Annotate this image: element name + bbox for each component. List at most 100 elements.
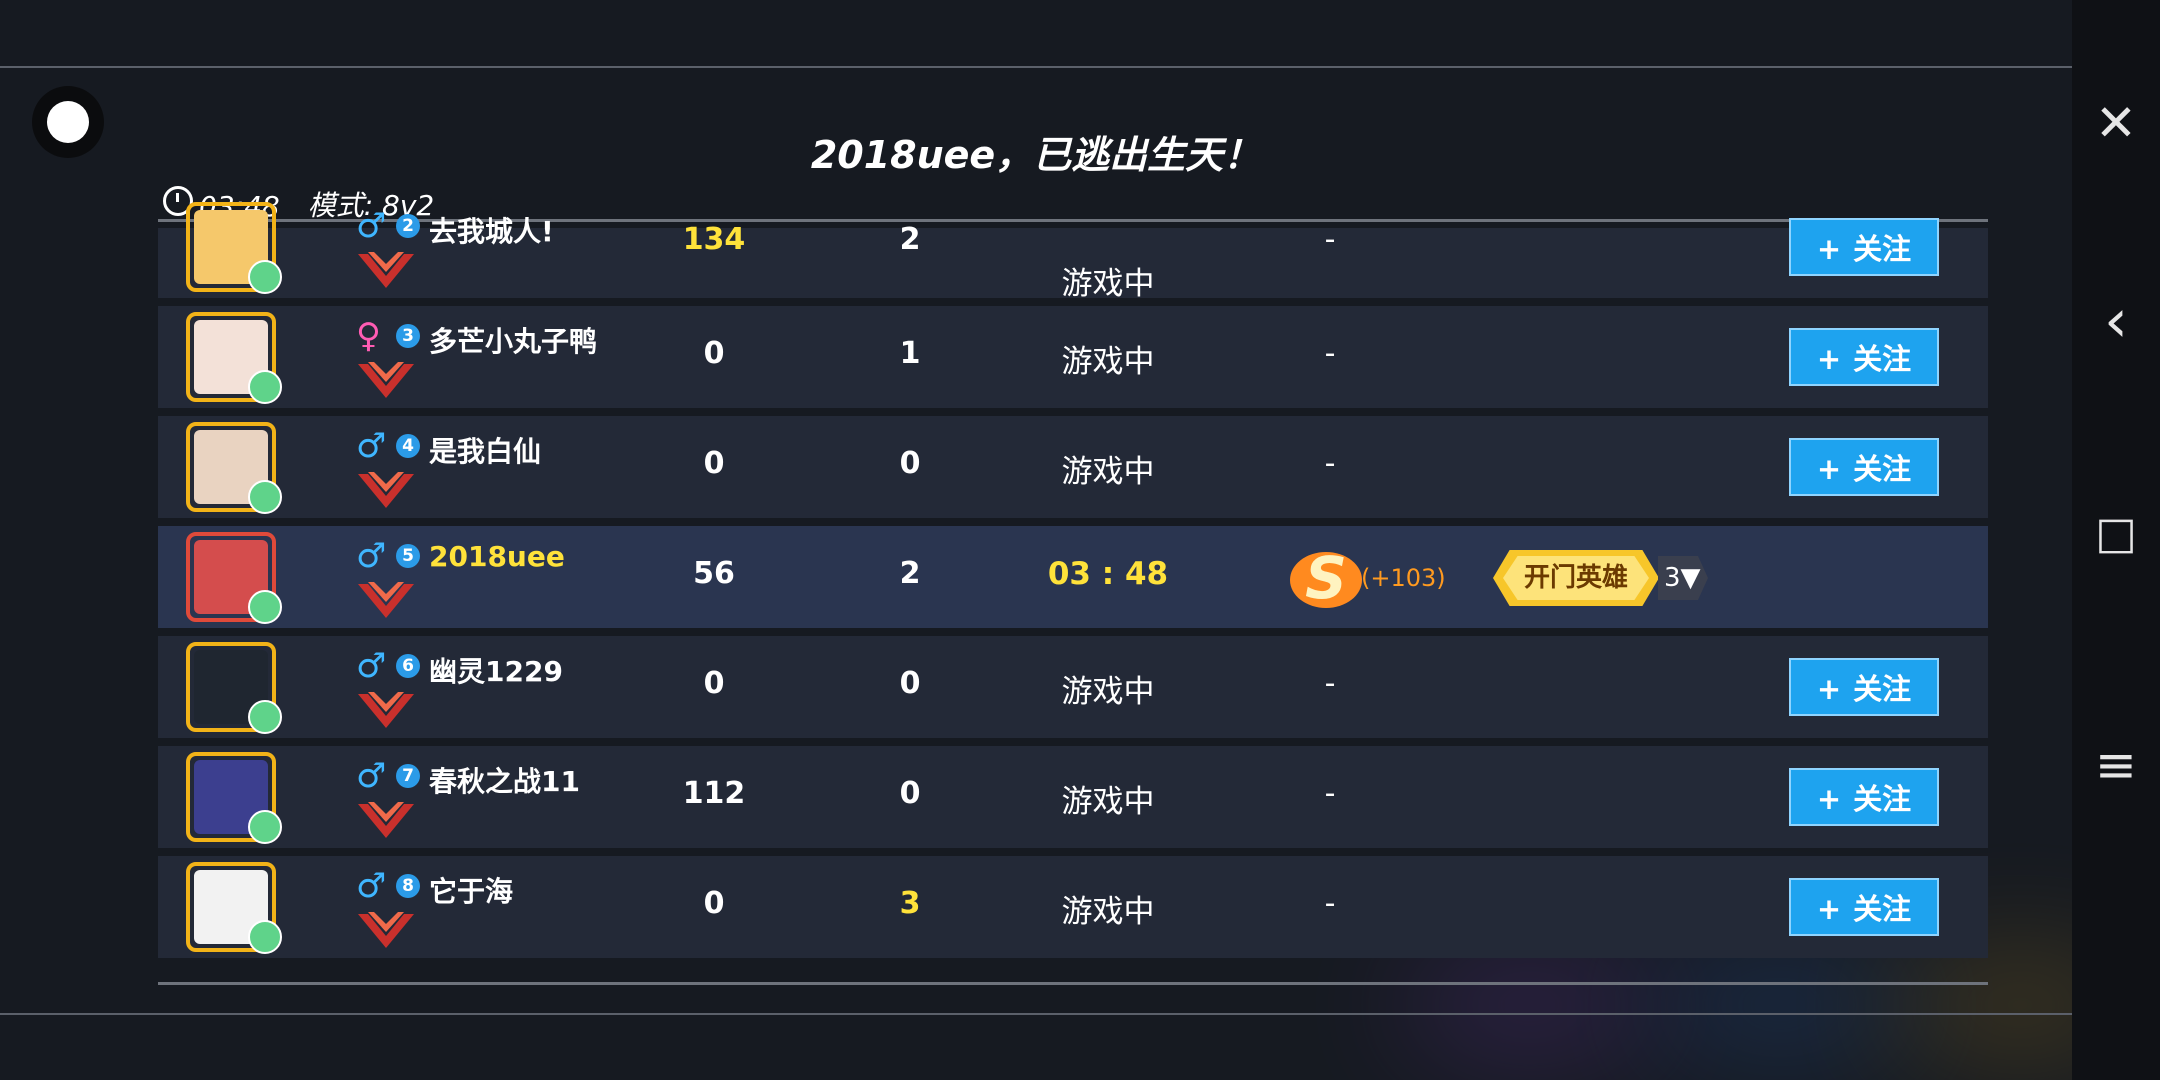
extra-value: - xyxy=(1324,666,1336,701)
rank-icon xyxy=(358,802,414,838)
follow-label: 关注 xyxy=(1853,672,1912,706)
status-value: 游戏中 xyxy=(1061,344,1155,380)
level-badge: 8 xyxy=(396,874,420,898)
avatar-badge-icon xyxy=(248,920,282,954)
table-row: ♂ 6 幽灵1229 0 0 游戏中 - + 关注 xyxy=(158,636,1988,738)
status-value: 游戏中 xyxy=(1061,674,1155,710)
score-value: 0 xyxy=(703,886,725,921)
table-row: ♂ 4 是我白仙 0 0 游戏中 - + 关注 xyxy=(158,416,1988,518)
score-value: 134 xyxy=(682,222,746,257)
level-badge: 3 xyxy=(396,324,420,348)
status-value: 03 : 48 xyxy=(1047,556,1169,592)
level-badge: 7 xyxy=(396,764,420,788)
score-value: 0 xyxy=(703,446,725,481)
follow-button[interactable]: + 关注 xyxy=(1789,658,1939,716)
follow-label: 关注 xyxy=(1853,342,1912,376)
table-row: ♀ 3 多芒小丸子鸭 0 1 游戏中 - + 关注 xyxy=(158,306,1988,408)
bottom-divider xyxy=(0,1013,2072,1015)
avatar-badge-icon xyxy=(248,480,282,514)
table-bottom-border xyxy=(158,982,1988,985)
rating-gain: (+103) xyxy=(1361,564,1446,592)
avatar-badge-icon xyxy=(248,590,282,624)
player-name[interactable]: 2018uee xyxy=(429,540,565,573)
follow-button[interactable]: + 关注 xyxy=(1789,768,1939,826)
follow-label: 关注 xyxy=(1853,782,1912,816)
kills-value: 3 xyxy=(899,886,921,921)
avatar-badge-icon xyxy=(248,370,282,404)
close-icon[interactable]: ✕ xyxy=(2072,94,2160,152)
follow-button[interactable]: + 关注 xyxy=(1789,328,1939,386)
status-value: 游戏中 xyxy=(1061,454,1155,490)
status-value: 游戏中 xyxy=(1061,266,1155,302)
player-name[interactable]: 去我城人! xyxy=(429,210,554,250)
score-value: 112 xyxy=(682,776,746,811)
plus-icon: + xyxy=(1816,342,1842,376)
extra-value: - xyxy=(1324,222,1336,257)
rank-icon xyxy=(358,472,414,508)
hero-title-label[interactable]: 开门英雄 xyxy=(1503,556,1649,600)
score-value: 0 xyxy=(703,336,725,371)
gender-icon: ♂ xyxy=(356,646,387,686)
bg-glow xyxy=(1650,960,1910,1050)
player-name[interactable]: 春秋之战11 xyxy=(429,760,580,800)
home-icon[interactable]: □ xyxy=(2072,508,2160,559)
avatar[interactable] xyxy=(186,532,282,624)
plus-icon: + xyxy=(1816,782,1842,816)
extra-value: - xyxy=(1324,776,1336,811)
follow-label: 关注 xyxy=(1853,232,1912,266)
plus-icon: + xyxy=(1816,892,1842,926)
level-badge: 5 xyxy=(396,544,420,568)
extra-value: - xyxy=(1324,886,1336,921)
kills-value: 0 xyxy=(899,446,921,481)
follow-label: 关注 xyxy=(1853,452,1912,486)
kills-value: 1 xyxy=(899,336,921,371)
rank-icon xyxy=(358,912,414,948)
bg-glow xyxy=(1400,960,1660,1050)
gender-icon: ♂ xyxy=(356,866,387,906)
gender-icon: ♂ xyxy=(356,206,387,246)
follow-button[interactable]: + 关注 xyxy=(1789,878,1939,936)
gender-icon: ♂ xyxy=(356,536,387,576)
level-badge: 6 xyxy=(396,654,420,678)
avatar[interactable] xyxy=(186,312,282,404)
table-row: ♂ 8 它于海 0 3 游戏中 - + 关注 xyxy=(158,856,1988,958)
gender-icon: ♀ xyxy=(356,316,381,356)
avatar[interactable] xyxy=(186,422,282,514)
svg-text:S: S xyxy=(1305,544,1347,612)
s-rank-icon: S xyxy=(1290,544,1362,612)
follow-button[interactable]: + 关注 xyxy=(1789,438,1939,496)
table-row-self: ♂ 5 2018uee 56 2 03 : 48 S (+103) 开门英雄 3… xyxy=(158,526,1988,628)
follow-label: 关注 xyxy=(1853,892,1912,926)
player-name[interactable]: 它于海 xyxy=(429,870,513,910)
avatar[interactable] xyxy=(186,202,282,294)
kills-value: 2 xyxy=(899,556,921,591)
plus-icon: + xyxy=(1816,672,1842,706)
kills-value: 0 xyxy=(899,776,921,811)
top-divider xyxy=(0,66,2072,68)
avatar[interactable] xyxy=(186,642,282,734)
plus-icon: + xyxy=(1816,452,1842,486)
player-name[interactable]: 多芒小丸子鸭 xyxy=(429,320,597,360)
score-value: 0 xyxy=(703,666,725,701)
player-name[interactable]: 幽灵1229 xyxy=(429,650,563,690)
avatar[interactable] xyxy=(186,752,282,844)
player-name[interactable]: 是我白仙 xyxy=(429,430,541,470)
page-title: 2018uee，已逃出生天！ xyxy=(810,133,1262,177)
menu-icon[interactable]: ≡ xyxy=(2072,736,2160,794)
gender-icon: ♂ xyxy=(356,426,387,466)
level-badge: 4 xyxy=(396,434,420,458)
avatar-badge-icon xyxy=(248,810,282,844)
table-row: ♂ 2 去我城人! 134 2 游戏中 - + 关注 xyxy=(158,202,1988,302)
table-row: ♂ 7 春秋之战11 112 0 游戏中 - + 关注 xyxy=(158,746,1988,848)
gender-icon: ♂ xyxy=(356,756,387,796)
back-icon[interactable]: ‹ xyxy=(2072,286,2160,356)
score-value: 56 xyxy=(693,556,735,591)
avatar-badge-icon xyxy=(248,700,282,734)
rank-icon xyxy=(358,362,414,398)
rank-icon xyxy=(358,252,414,288)
extra-value: - xyxy=(1324,446,1336,481)
hero-count-dropdown[interactable]: 3▼ xyxy=(1658,556,1708,600)
level-badge: 2 xyxy=(396,214,420,238)
follow-button[interactable]: + 关注 xyxy=(1789,218,1939,276)
avatar[interactable] xyxy=(186,862,282,954)
